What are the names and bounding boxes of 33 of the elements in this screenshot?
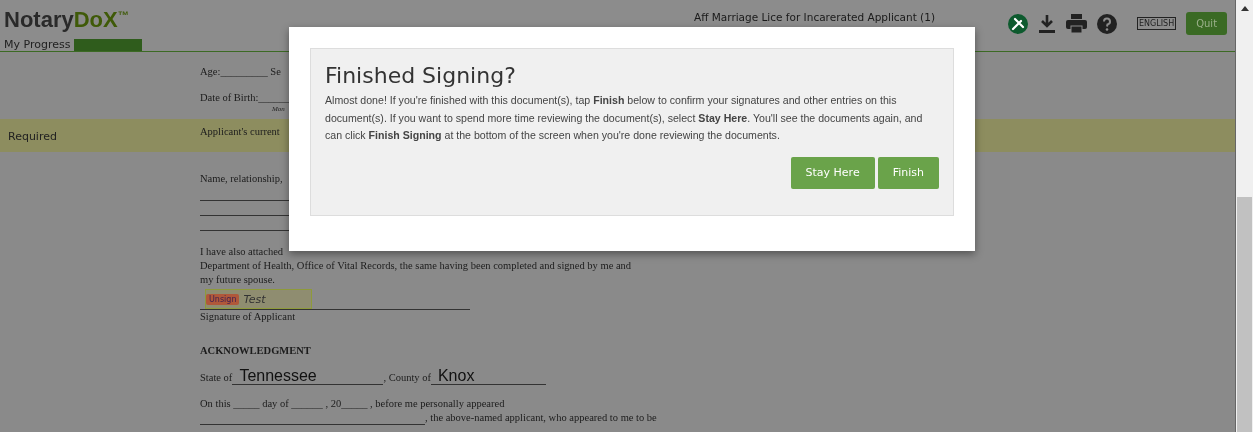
birth-date-text: Date of Birth:______ <box>200 91 290 105</box>
signature-label: Signature of Applicant <box>200 310 296 324</box>
document-title: Aff Marriage Lice for Incarerated Applicant (1) <box>694 11 936 23</box>
unsign-button[interactable]: Unsign <box>206 293 240 305</box>
age-field-text: Age:_________ Se <box>200 65 281 79</box>
document-text: Name, relationship, <box>200 172 283 186</box>
document-text: Department of Health, Office of Vital Records, the same having been completed and signed by me and <box>200 259 632 273</box>
document-text: , the above-named applicant, who appeared to me to be <box>425 411 657 425</box>
scrollbar[interactable] <box>1236 0 1253 432</box>
print-icon[interactable] <box>1066 14 1087 33</box>
dialog-title: Finished Signing? <box>325 63 517 88</box>
finish-button[interactable]: Finish <box>877 156 939 189</box>
document-text: my future spouse. <box>200 273 275 287</box>
logo: NotaryDoX$^{™}$ <box>4 6 130 33</box>
signature-text: Test <box>243 292 266 306</box>
language-select[interactable]: ENGLISH <box>1137 17 1177 30</box>
required-label: Required <box>8 130 57 143</box>
state-field[interactable]: Tennessee <box>232 368 384 385</box>
scroll-up-icon[interactable] <box>1240 6 1249 11</box>
progress-label: My Progress <box>4 38 71 52</box>
document-text: State of <box>200 371 233 385</box>
document-text: , County of <box>383 371 431 385</box>
signature-field[interactable]: Unsign Test <box>205 289 312 309</box>
document-text: On this _____ day of ______ , 20_____ , before me personally appeared <box>200 397 505 411</box>
help-icon[interactable] <box>1097 13 1117 34</box>
section-heading: ACKNOWLEDGMENT <box>200 344 311 358</box>
download-icon[interactable] <box>1038 13 1056 34</box>
stay-button[interactable]: Stay Here <box>790 156 875 189</box>
document-text: Applicant's current <box>200 125 280 139</box>
document-text: I have also attached <box>200 245 284 259</box>
county-field[interactable]: Knox <box>430 368 546 385</box>
quit-button[interactable]: Quit <box>1186 12 1228 35</box>
dialog-message: Almost done! If you're finished with this document(s), tap Finish below to confirm your signatures and other entries on this document(s). If you want to spend more time reviewing the document(s), select Stay Here. You'll see the documents again, and can click Finish Signing at the bottom of the screen when you're done reviewing the documents. <box>325 93 924 143</box>
